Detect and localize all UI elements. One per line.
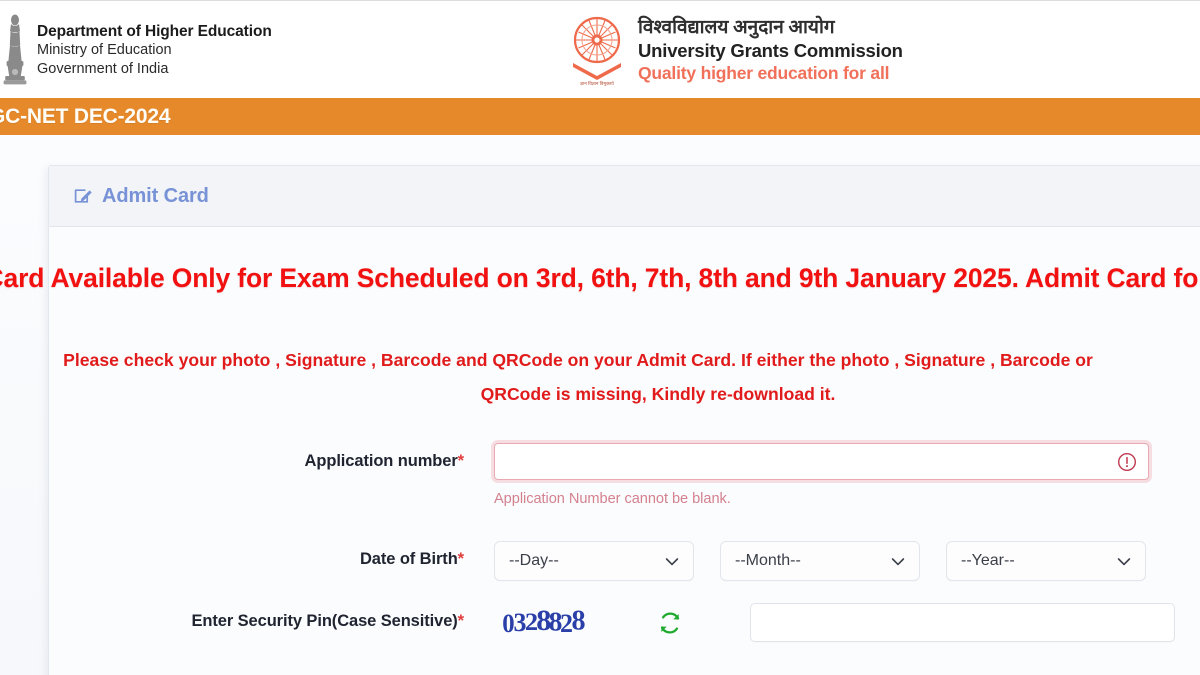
tab-admit-card-label: Admit Card xyxy=(102,184,209,207)
required-marker: * xyxy=(457,550,464,568)
notice-line-1: Please check your photo , Signature , Ba… xyxy=(63,350,1093,370)
date-of-birth-label: Date of Birth* xyxy=(49,541,494,569)
application-number-label-text: Application number xyxy=(304,452,458,470)
captcha-digit: 0 xyxy=(502,608,514,639)
date-of-birth-row: Date of Birth* --Day-- --Month-- --Year-… xyxy=(49,541,1200,581)
captcha-digit: 3 xyxy=(513,608,527,637)
refresh-icon[interactable] xyxy=(658,611,682,635)
application-number-input[interactable] xyxy=(491,440,1152,483)
captcha-digit: 2 xyxy=(560,609,573,638)
dob-month-select[interactable]: --Month-- xyxy=(720,541,920,581)
chevron-down-icon xyxy=(1117,558,1131,566)
ugc-branding: ज्ञान विज्ञान विमुक्तये विश्वविद्यालय अन… xyxy=(566,14,903,86)
department-line-2: Ministry of Education xyxy=(37,42,172,58)
security-pin-label: Enter Security Pin(Case Sensitive)* xyxy=(49,603,494,631)
security-pin-label-text: Enter Security Pin(Case Sensitive) xyxy=(191,612,458,630)
application-number-field-group: Application Number cannot be blank. xyxy=(491,440,1200,507)
ugc-hindi-name: विश्वविद्यालय अनुदान आयोग xyxy=(638,17,835,38)
page-body: Admit Card Admit Card Available Only for… xyxy=(0,135,1200,675)
captcha-digit: 8 xyxy=(535,603,551,637)
svg-text:ज्ञान विज्ञान विमुक्तये: ज्ञान विज्ञान विमुक्तये xyxy=(580,80,614,86)
card-body: Admit Card Available Only for Exam Sched… xyxy=(0,227,1200,675)
security-pin-input[interactable] xyxy=(750,603,1175,642)
admit-card-headline: Admit Card Available Only for Exam Sched… xyxy=(0,263,1200,293)
application-number-error: Application Number cannot be blank. xyxy=(494,491,731,507)
page-root: Department of Higher Education Ministry … xyxy=(0,0,1200,675)
chevron-down-icon xyxy=(665,558,679,566)
exam-banner-title: UGC-NET DEC-2024 xyxy=(0,104,171,128)
department-line-1: Department of Higher Education xyxy=(37,23,272,40)
captcha-digit: 8 xyxy=(571,604,585,637)
dob-year-value: --Year-- xyxy=(961,552,1015,569)
notice-line-2: QRCode is missing, Kindly re-download it… xyxy=(480,384,836,404)
chevron-down-icon xyxy=(891,558,905,566)
captcha-digit: 8 xyxy=(548,606,562,637)
department-line-3: Government of India xyxy=(37,61,169,77)
admit-card-notice: Please check your photo , Signature , Ba… xyxy=(0,343,1200,411)
india-national-emblem-icon xyxy=(3,14,27,85)
ugc-english-name: University Grants Commission xyxy=(638,40,903,61)
application-number-label: Application number* xyxy=(49,443,494,471)
required-marker: * xyxy=(457,612,464,630)
application-number-row: Application number* Application Number c… xyxy=(49,440,1200,507)
ugc-tagline: Quality higher education for all xyxy=(638,63,890,83)
ugc-logo-icon: ज्ञान विज्ञान विमुक्तये xyxy=(573,16,621,86)
card-header: Admit Card xyxy=(49,166,1200,227)
government-branding: Department of Higher Education Ministry … xyxy=(0,11,272,89)
tab-admit-card[interactable]: Admit Card xyxy=(73,185,209,208)
captcha-digit: 2 xyxy=(524,607,538,636)
edit-square-icon xyxy=(74,189,92,203)
dob-day-value: --Day-- xyxy=(509,552,559,569)
date-of-birth-selects: --Day-- --Month-- --Year-- xyxy=(494,541,1200,581)
required-marker: * xyxy=(457,452,464,470)
security-pin-field-group: 0328828 xyxy=(494,603,1200,642)
date-of-birth-label-text: Date of Birth xyxy=(359,550,458,568)
admit-card-panel: Admit Card Admit Card Available Only for… xyxy=(0,165,1200,675)
dob-day-select[interactable]: --Day-- xyxy=(494,541,694,581)
dob-year-select[interactable]: --Year-- xyxy=(946,541,1146,581)
captcha-image: 0328828 xyxy=(494,603,614,639)
site-header: Department of Higher Education Ministry … xyxy=(0,0,1200,98)
dob-month-value: --Month-- xyxy=(735,552,801,569)
admit-card-form: Application number* Application Number c… xyxy=(49,440,1200,642)
exam-banner: UGC-NET DEC-2024 xyxy=(0,98,1200,135)
security-pin-row: Enter Security Pin(Case Sensitive)* 0328… xyxy=(49,603,1200,642)
